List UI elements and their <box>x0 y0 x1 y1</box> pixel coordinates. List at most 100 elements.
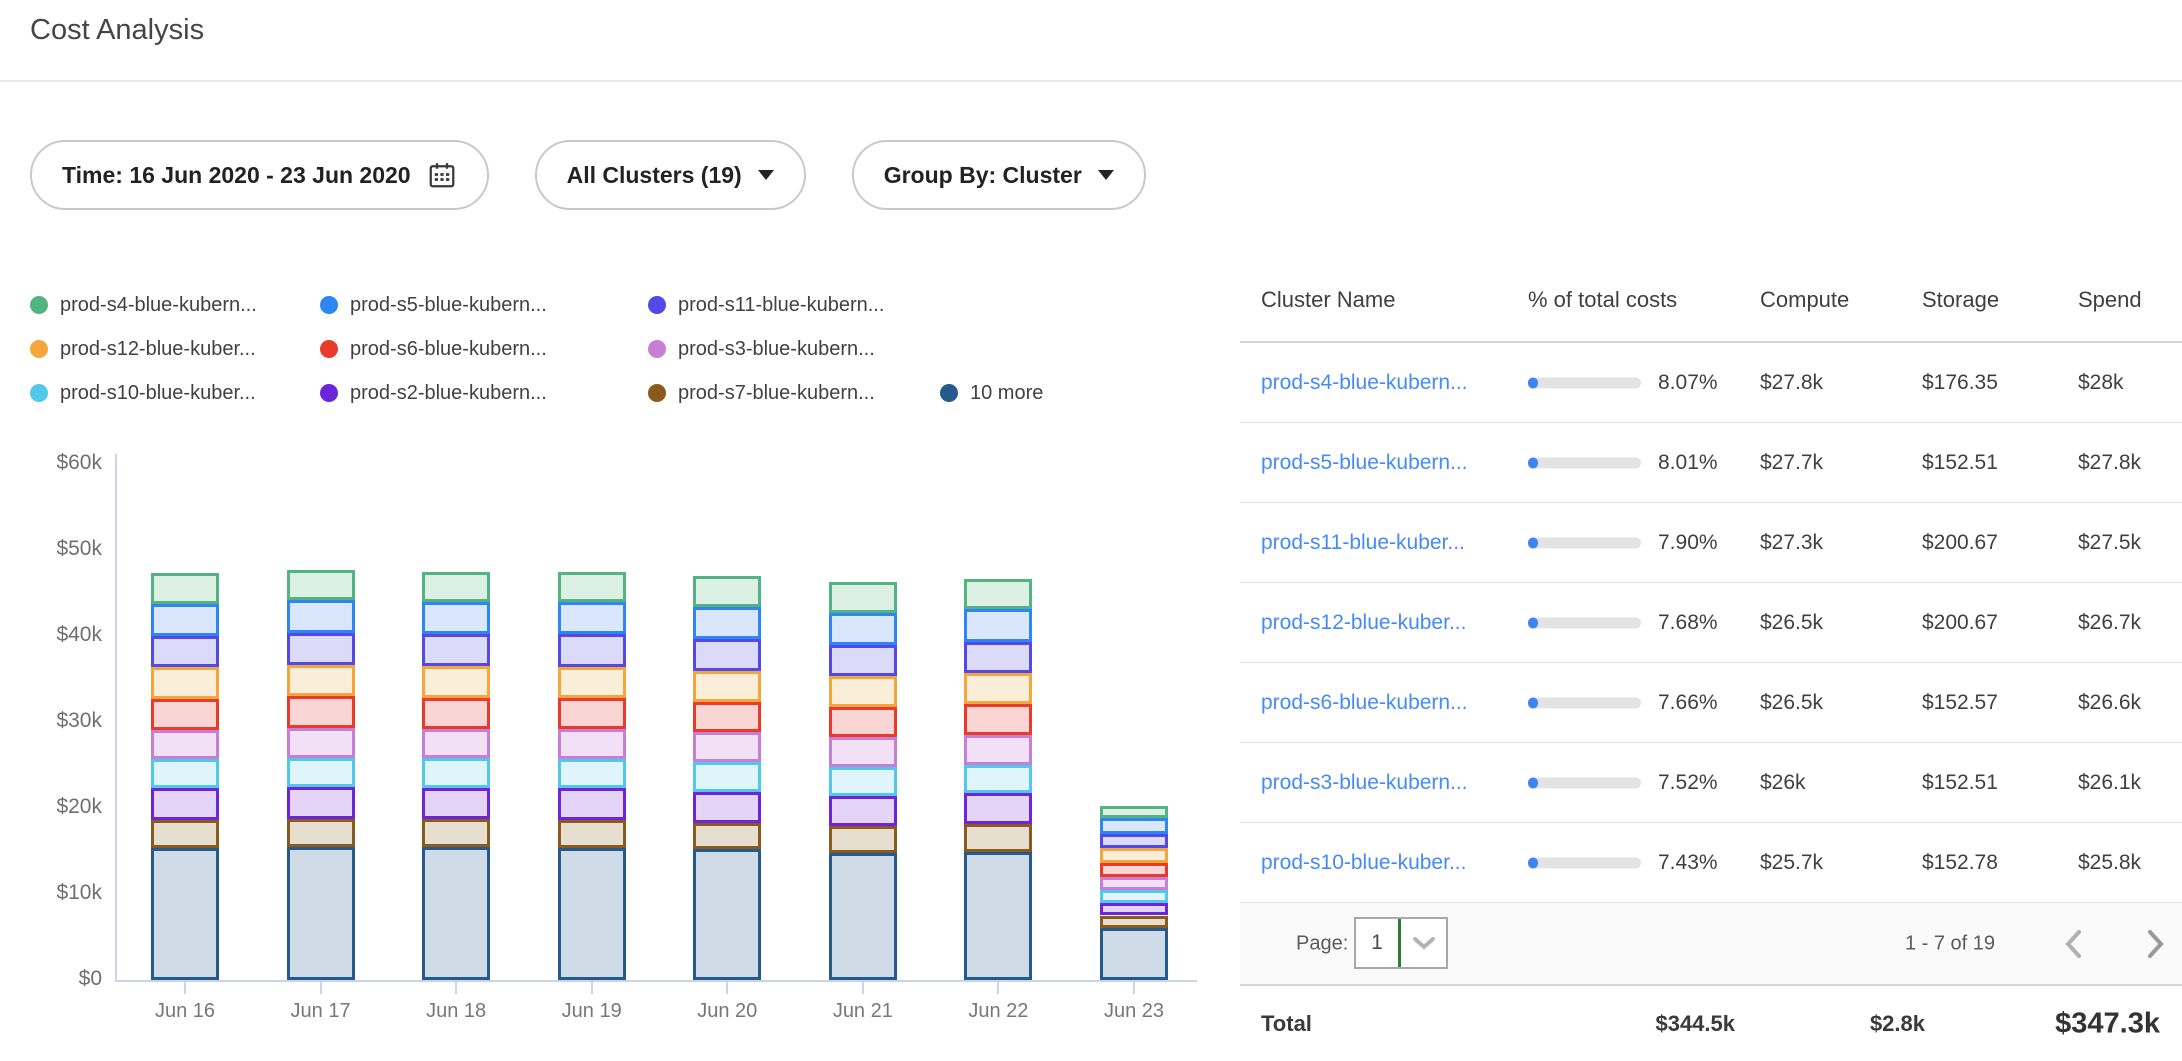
cluster-name-link[interactable]: prod-s3-blue-kubern... <box>1261 771 1468 795</box>
group-by-dropdown[interactable]: Group By: Cluster <box>852 140 1146 210</box>
bar-segment[interactable] <box>693 823 761 850</box>
bar-segment[interactable] <box>964 673 1032 704</box>
bar-segment[interactable] <box>693 671 761 702</box>
bar-segment[interactable] <box>151 820 219 848</box>
bar-segment[interactable] <box>829 796 897 826</box>
bar-segment[interactable] <box>422 819 490 847</box>
legend-item[interactable]: prod-s4-blue-kubern... <box>30 294 320 317</box>
bar-segment[interactable] <box>693 732 761 762</box>
bar-segment[interactable] <box>287 758 355 787</box>
legend-item[interactable]: prod-s7-blue-kubern... <box>648 382 940 405</box>
bar-segment[interactable] <box>422 602 490 635</box>
bar-segment[interactable] <box>287 570 355 600</box>
legend-item[interactable]: prod-s12-blue-kuber... <box>30 338 320 361</box>
bar-segment[interactable] <box>829 707 897 738</box>
bar-segment[interactable] <box>964 704 1032 735</box>
legend-item[interactable]: prod-s11-blue-kubern... <box>648 294 940 317</box>
cluster-name-link[interactable]: prod-s12-blue-kuber... <box>1261 611 1466 635</box>
bar-segment[interactable] <box>151 573 219 604</box>
bar-segment[interactable] <box>964 735 1032 765</box>
bar-segment[interactable] <box>151 730 219 759</box>
cluster-name-link[interactable]: prod-s11-blue-kuber... <box>1261 531 1465 555</box>
legend-item[interactable]: prod-s5-blue-kubern... <box>320 294 648 317</box>
next-page-button[interactable] <box>2133 922 2177 966</box>
bar-segment[interactable] <box>558 759 626 788</box>
cluster-name-link[interactable]: prod-s5-blue-kubern... <box>1261 451 1468 475</box>
bar-segment[interactable] <box>693 849 761 980</box>
bar-segment[interactable] <box>151 788 219 820</box>
bar-segment[interactable] <box>558 634 626 667</box>
bar-segment[interactable] <box>1100 818 1168 833</box>
bar-segment[interactable] <box>693 639 761 671</box>
bar-segment[interactable] <box>964 852 1032 980</box>
bar-segment[interactable] <box>287 600 355 633</box>
bar-segment[interactable] <box>151 699 219 730</box>
bar-segment[interactable] <box>1100 916 1168 928</box>
bar-segment[interactable] <box>829 676 897 706</box>
bar-segment[interactable] <box>1100 903 1168 916</box>
bar-segment[interactable] <box>287 633 355 666</box>
bar-segment[interactable] <box>151 636 219 667</box>
cluster-name-link[interactable]: prod-s10-blue-kuber... <box>1261 851 1466 875</box>
bar-segment[interactable] <box>151 667 219 699</box>
bar-segment[interactable] <box>422 847 490 980</box>
bar-segment[interactable] <box>287 728 355 758</box>
bar-segment[interactable] <box>287 696 355 728</box>
bar-segment[interactable] <box>693 762 761 791</box>
bar-segment[interactable] <box>964 609 1032 642</box>
bar-segment[interactable] <box>829 613 897 645</box>
bar-segment[interactable] <box>964 579 1032 609</box>
bar-segment[interactable] <box>829 645 897 677</box>
bar-segment[interactable] <box>422 698 490 729</box>
bar-segment[interactable] <box>829 826 897 853</box>
bar-segment[interactable] <box>964 642 1032 673</box>
bar-segment[interactable] <box>422 572 490 602</box>
cluster-name-link[interactable]: prod-s4-blue-kubern... <box>1261 371 1468 395</box>
bar-segment[interactable] <box>693 576 761 607</box>
bar-segment[interactable] <box>558 820 626 848</box>
bar-segment[interactable] <box>1100 890 1168 903</box>
bar-segment[interactable] <box>287 787 355 819</box>
bar-segment[interactable] <box>287 847 355 980</box>
bar-segment[interactable] <box>422 634 490 666</box>
bar-segment[interactable] <box>287 665 355 696</box>
legend-item[interactable]: prod-s10-blue-kuber... <box>30 382 320 405</box>
bar-segment[interactable] <box>558 729 626 759</box>
bar-segment[interactable] <box>1100 863 1168 877</box>
bar-segment[interactable] <box>558 602 626 634</box>
bar-segment[interactable] <box>964 793 1032 824</box>
bar-segment[interactable] <box>558 667 626 698</box>
bar-segment[interactable] <box>1100 834 1168 849</box>
prev-page-button[interactable] <box>2052 922 2096 966</box>
bar-segment[interactable] <box>558 698 626 729</box>
bar-segment[interactable] <box>829 853 897 980</box>
bar-segment[interactable] <box>422 788 490 819</box>
bar-segment[interactable] <box>1100 806 1168 818</box>
page-select[interactable]: 1 <box>1354 917 1448 969</box>
bar-segment[interactable] <box>693 702 761 732</box>
bar-segment[interactable] <box>693 607 761 640</box>
legend-item[interactable]: prod-s2-blue-kubern... <box>320 382 648 405</box>
legend-item[interactable]: prod-s6-blue-kubern... <box>320 338 648 361</box>
bar-segment[interactable] <box>1100 928 1168 980</box>
bar-segment[interactable] <box>287 819 355 847</box>
clusters-filter-dropdown[interactable]: All Clusters (19) <box>535 140 806 210</box>
bar-segment[interactable] <box>558 572 626 602</box>
legend-item[interactable]: 10 more <box>940 382 1043 405</box>
bar-segment[interactable] <box>964 824 1032 852</box>
cluster-name-link[interactable]: prod-s6-blue-kubern... <box>1261 691 1468 715</box>
legend-item[interactable]: prod-s3-blue-kubern... <box>648 338 940 361</box>
bar-segment[interactable] <box>829 767 897 796</box>
bar-segment[interactable] <box>151 604 219 636</box>
bar-segment[interactable] <box>151 848 219 980</box>
bar-segment[interactable] <box>829 737 897 766</box>
bar-segment[interactable] <box>1100 848 1168 863</box>
bar-segment[interactable] <box>151 759 219 788</box>
bar-segment[interactable] <box>558 788 626 820</box>
bar-segment[interactable] <box>1100 877 1168 890</box>
bar-segment[interactable] <box>422 666 490 698</box>
bar-segment[interactable] <box>829 582 897 613</box>
bar-segment[interactable] <box>693 792 761 823</box>
bar-segment[interactable] <box>964 765 1032 793</box>
time-range-filter[interactable]: Time: 16 Jun 2020 - 23 Jun 2020 <box>30 140 489 210</box>
